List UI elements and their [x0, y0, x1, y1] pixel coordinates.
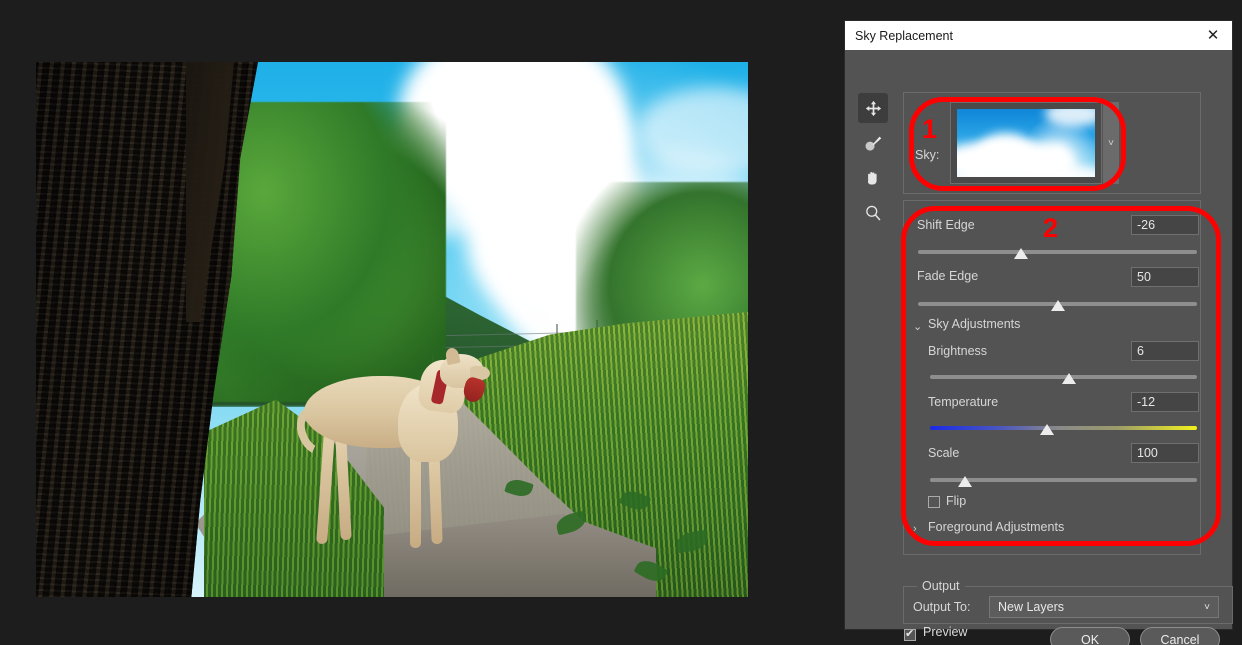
- shift-edge-value[interactable]: -26: [1131, 215, 1199, 235]
- temperature-value[interactable]: -12: [1131, 392, 1199, 412]
- zoom-tool[interactable]: [858, 198, 888, 228]
- scale-slider[interactable]: [930, 476, 1197, 487]
- app-root: Sky Replacement ✕ Sky: ˅ Shift Edge -26 …: [0, 0, 1242, 645]
- fade-edge-label: Fade Edge: [917, 269, 979, 283]
- sky-replacement-dialog: Sky Replacement ✕ Sky: ˅ Shift Edge -26 …: [845, 21, 1233, 645]
- dog-leg: [335, 435, 352, 541]
- output-to-value: New Layers: [998, 600, 1064, 614]
- temperature-slider[interactable]: [930, 424, 1197, 435]
- fade-edge-slider[interactable]: [918, 300, 1197, 311]
- sky-adjustments-label[interactable]: Sky Adjustments: [928, 317, 1020, 331]
- cancel-button[interactable]: Cancel: [1140, 627, 1220, 645]
- temperature-label: Temperature: [928, 395, 999, 409]
- dialog-body: Sky: ˅ Shift Edge -26 Fade Edge 50 ⌄ Sky…: [845, 50, 1233, 645]
- shift-edge-slider[interactable]: [918, 248, 1197, 259]
- dialog-title: Sky Replacement: [855, 28, 953, 43]
- sky-preset-thumbnail: [957, 109, 1095, 177]
- output-to-select[interactable]: New Layers ˅: [989, 596, 1219, 618]
- hand-tool[interactable]: [858, 163, 888, 193]
- flip-checkbox[interactable]: [928, 496, 940, 508]
- flip-label: Flip: [946, 494, 967, 508]
- output-group: Output Output To: New Layers ˅: [903, 579, 1233, 624]
- shift-edge-label: Shift Edge: [917, 218, 975, 232]
- fade-edge-value[interactable]: 50: [1131, 267, 1199, 287]
- fade-edge-knob[interactable]: [1050, 300, 1065, 311]
- close-icon[interactable]: ✕: [1200, 25, 1226, 47]
- foreground-adjustments-twisty[interactable]: ›: [913, 523, 917, 535]
- scale-value[interactable]: 100: [1131, 443, 1199, 463]
- callout-1: 1: [922, 114, 938, 144]
- sky-adjustments-twisty[interactable]: ⌄: [913, 320, 922, 333]
- brush-icon: [865, 136, 881, 151]
- tool-strip: [858, 93, 888, 233]
- temperature-knob[interactable]: [1040, 424, 1055, 435]
- sky-label-row: Sky:: [915, 148, 943, 162]
- dog-subject: [289, 346, 490, 569]
- chevron-down-icon: ˅: [1204, 601, 1210, 613]
- sky-preset-dropdown-arrow[interactable]: ˅: [1103, 102, 1119, 184]
- dialog-titlebar[interactable]: Sky Replacement ✕: [845, 21, 1232, 50]
- output-legend: Output: [917, 579, 965, 593]
- sky-brush-tool[interactable]: [858, 128, 888, 158]
- shift-edge-knob[interactable]: [1014, 248, 1029, 259]
- scale-label: Scale: [928, 446, 960, 460]
- preview-label: Preview: [923, 625, 968, 639]
- output-to-label: Output To:: [913, 600, 971, 614]
- brightness-slider[interactable]: [930, 373, 1197, 384]
- dog-leg: [428, 447, 443, 545]
- sky-label: Sky:: [915, 148, 940, 162]
- foreground-adjustments-label[interactable]: Foreground Adjustments: [928, 520, 1064, 534]
- scale-knob[interactable]: [957, 476, 972, 487]
- dialog-footer: Preview OK Cancel: [845, 620, 1232, 645]
- callout-2: 2: [1043, 213, 1059, 243]
- preview-checkbox[interactable]: [904, 627, 916, 641]
- brightness-knob[interactable]: [1061, 373, 1076, 384]
- image-canvas[interactable]: [36, 62, 748, 597]
- ok-button[interactable]: OK: [1050, 627, 1130, 645]
- move-tool[interactable]: [858, 93, 888, 123]
- brightness-label: Brightness: [928, 344, 988, 358]
- sky-preset-swatch[interactable]: [950, 102, 1102, 184]
- brightness-value[interactable]: 6: [1131, 341, 1199, 361]
- magnifier-icon: [866, 205, 881, 221]
- move-icon: [865, 100, 881, 116]
- hand-icon: [868, 172, 877, 185]
